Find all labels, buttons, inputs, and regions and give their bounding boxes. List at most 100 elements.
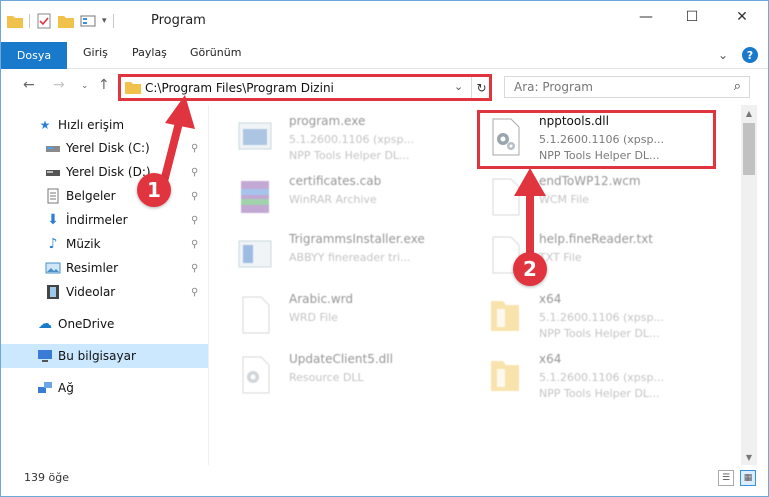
file-name: UpdateClient5.dll xyxy=(289,352,393,366)
sidebar-item-network[interactable]: Ağ xyxy=(1,376,208,400)
tiles-view-icon[interactable]: ▦ xyxy=(740,470,756,486)
maximize-button[interactable]: ☐ xyxy=(669,1,715,33)
file-description: NPP Tools Helper DL... xyxy=(289,149,410,162)
file-icon xyxy=(242,296,270,334)
computer-icon xyxy=(38,350,52,362)
properties-icon[interactable] xyxy=(36,13,52,29)
window-title: Program xyxy=(151,13,206,28)
file-name: certificates.cab xyxy=(289,174,382,188)
file-item[interactable]: x64 5.1.2600.1106 (xpsp... NPP Tools Hel… xyxy=(469,345,709,403)
title-bar: ▾ Program — ☐ ✕ xyxy=(1,1,768,41)
file-item[interactable]: program.exe 5.1.2600.1106 (xpsp... NPP T… xyxy=(219,107,459,165)
close-button[interactable]: ✕ xyxy=(719,1,765,33)
file-version: 5.1.2600.1106 (xpsp... xyxy=(539,311,664,324)
highlight-box xyxy=(477,110,716,169)
exe-icon xyxy=(238,240,272,268)
file-version: 5.1.2600.1106 (xpsp... xyxy=(289,133,414,146)
tab-view[interactable]: Görünüm xyxy=(190,46,241,59)
file-item[interactable]: Arabic.wrd WRD File xyxy=(219,285,459,343)
qat-dropdown-icon[interactable]: ▾ xyxy=(102,16,107,26)
file-description: NPP Tools Helper DL... xyxy=(539,327,660,340)
annotation-badge-1: 1 xyxy=(137,173,171,207)
pin-icon[interactable]: ⚲ xyxy=(191,215,198,226)
folder-icon xyxy=(7,16,23,28)
tab-file[interactable]: Dosya xyxy=(1,42,67,69)
music-icon: ♪ xyxy=(48,236,58,252)
file-item[interactable]: TrigrammsInstaller.exe ABBYY finereader … xyxy=(219,225,459,283)
video-icon xyxy=(47,285,59,299)
file-version: 5.1.2600.1106 (xpsp... xyxy=(539,371,664,384)
tab-home[interactable]: Giriş xyxy=(83,46,108,59)
file-type: Resource DLL xyxy=(289,371,364,384)
search-placeholder: Ara: Program xyxy=(514,80,593,94)
exe-icon xyxy=(238,122,272,150)
ribbon-tabs: Dosya Giriş Paylaş Görünüm ⌄ ? xyxy=(1,42,768,69)
scroll-down-icon[interactable]: ▼ xyxy=(741,449,757,465)
toolbar-separator xyxy=(112,14,114,28)
file-item[interactable]: endToWP12.wcm WCM File xyxy=(469,167,709,225)
documents-icon xyxy=(47,188,59,204)
sidebar-item-label: Belgeler xyxy=(66,189,116,203)
file-type: WinRAR Archive xyxy=(289,193,377,206)
archive-icon xyxy=(241,181,269,213)
pin-icon[interactable]: ⚲ xyxy=(191,263,198,274)
file-name: help.fineReader.txt xyxy=(539,232,653,246)
sidebar-item-label: İndirmeler xyxy=(66,213,128,227)
dll-gear-icon xyxy=(242,356,270,394)
sidebar-item-label: Müzik xyxy=(66,237,101,251)
file-item[interactable]: certificates.cab WinRAR Archive xyxy=(219,167,459,225)
folder-icon xyxy=(125,82,141,94)
search-input[interactable]: Ara: Program ⌕ xyxy=(504,76,750,98)
file-item[interactable]: UpdateClient5.dll Resource DLL xyxy=(219,345,459,403)
file-description: ABBYY finereader tri... xyxy=(289,251,411,264)
pin-icon[interactable]: ⚲ xyxy=(191,287,198,298)
ribbon-controls: ⌄ ? xyxy=(718,47,758,63)
folder-icon xyxy=(491,361,519,391)
sidebar-item-label: Ağ xyxy=(58,381,74,395)
folder-icon xyxy=(491,301,519,331)
sidebar-item-label: Yerel Disk (D:) xyxy=(66,165,151,179)
sidebar-item-music[interactable]: ♪ Müzik ⚲ xyxy=(1,232,208,256)
drive-icon xyxy=(46,146,60,152)
sidebar-item-label: Bu bilgisayar xyxy=(58,349,136,363)
status-bar: 139 öğe ☰ ▦ xyxy=(1,467,768,489)
toolbar-separator xyxy=(29,14,30,28)
sidebar-item-label: Videolar xyxy=(66,285,116,299)
forward-arrow-icon[interactable]: → xyxy=(53,77,65,93)
quick-access-toolbar: ▾ xyxy=(7,11,114,31)
ribbon-expand-icon[interactable]: ⌄ xyxy=(718,48,728,62)
up-arrow-icon[interactable]: ↑ xyxy=(98,77,110,93)
refresh-icon[interactable]: ↻ xyxy=(471,77,491,98)
file-type: WRD File xyxy=(289,311,338,324)
sidebar-item-pictures[interactable]: Resimler ⚲ xyxy=(1,256,208,280)
sidebar-item-this-pc[interactable]: Bu bilgisayar xyxy=(1,344,208,368)
scroll-thumb[interactable] xyxy=(743,123,755,175)
recent-locations-icon[interactable]: ⌄ xyxy=(81,81,89,91)
details-view-icon[interactable]: ☰ xyxy=(718,470,734,486)
scroll-up-icon[interactable]: ▲ xyxy=(741,105,757,121)
navigation-bar: ← → ⌄ ↑ C:\Program Files\Program Dizini … xyxy=(1,71,768,103)
view-icon[interactable] xyxy=(80,14,96,28)
help-icon[interactable]: ? xyxy=(742,47,758,63)
network-icon xyxy=(38,382,52,393)
file-name: program.exe xyxy=(289,114,366,128)
item-count: 139 öğe xyxy=(24,471,69,484)
star-icon: ★ xyxy=(39,118,51,132)
vertical-scrollbar[interactable]: ▲ ▼ xyxy=(741,105,757,465)
address-dropdown-icon[interactable]: ⌄ xyxy=(454,80,463,93)
annotation-badge-2: 2 xyxy=(513,252,547,286)
file-item[interactable]: x64 5.1.2600.1106 (xpsp... NPP Tools Hel… xyxy=(469,285,709,343)
pin-icon[interactable]: ⚲ xyxy=(191,239,198,250)
minimize-button[interactable]: — xyxy=(623,1,669,33)
sidebar-item-videos[interactable]: Videolar ⚲ xyxy=(1,280,208,304)
sidebar-item-label: Hızlı erişim xyxy=(58,118,125,132)
new-folder-icon[interactable] xyxy=(58,14,74,28)
file-name: x64 xyxy=(539,292,562,306)
drive-icon xyxy=(46,170,60,176)
file-item[interactable]: help.fineReader.txt TXT File xyxy=(469,225,709,283)
search-icon[interactable]: ⌕ xyxy=(734,79,741,94)
file-name: x64 xyxy=(539,352,562,366)
back-arrow-icon[interactable]: ← xyxy=(23,77,35,93)
tab-share[interactable]: Paylaş xyxy=(132,46,167,59)
sidebar-item-onedrive[interactable]: ☁ OneDrive xyxy=(1,312,208,336)
